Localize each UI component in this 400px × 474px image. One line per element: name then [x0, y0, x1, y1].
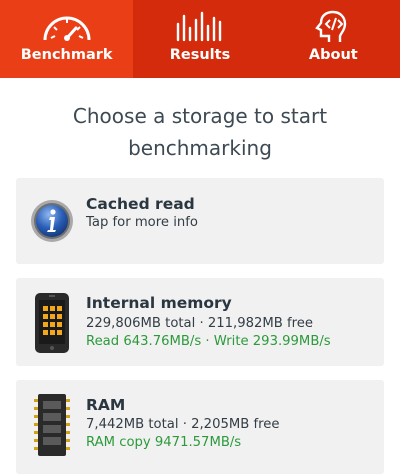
page-title: Choose a storage to start benchmarking [72, 104, 328, 160]
storage-title: Internal memory [86, 294, 232, 312]
bar-chart-icon [174, 10, 226, 46]
storage-capacity: 229,806MB total · 211,982MB free [86, 316, 314, 331]
storage-card-internal-memory[interactable]: Internal memory 229,806MB total · 211,98… [16, 278, 384, 366]
top-navigation-bar: Benchmark Results About [0, 0, 400, 78]
tab-label: Results [169, 47, 231, 63]
tab-label: About [308, 47, 358, 63]
phone-chip-icon [34, 292, 70, 358]
head-code-icon [307, 10, 359, 48]
speedometer-icon [41, 10, 93, 48]
info-icon [30, 199, 74, 247]
storage-title: Cached read [86, 195, 195, 213]
storage-title: RAM [86, 396, 126, 414]
tab-benchmark[interactable]: Benchmark [0, 0, 134, 78]
tab-label: Benchmark [20, 47, 113, 63]
storage-subtitle: Tap for more info [86, 215, 198, 230]
storage-capacity: 7,442MB total · 2,205MB free [86, 417, 280, 432]
storage-card-cached-read[interactable]: Cached read Tap for more info [16, 178, 384, 264]
tab-about[interactable]: About [267, 0, 400, 78]
tab-results[interactable]: Results [133, 0, 266, 78]
storage-speed-result: RAM copy 9471.57MB/s [86, 435, 242, 450]
storage-card-ram[interactable]: RAM 7,442MB total · 2,205MB free RAM cop… [16, 380, 384, 474]
ram-chip-icon [34, 393, 70, 461]
storage-speed-result: Read 643.76MB/s · Write 293.99MB/s [86, 334, 331, 349]
